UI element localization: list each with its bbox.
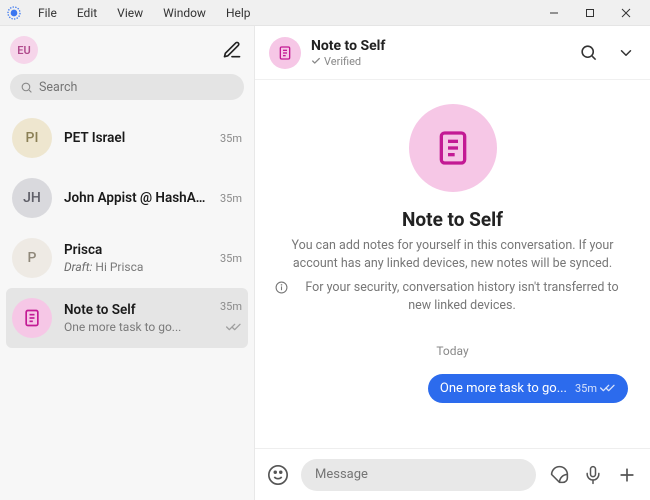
conversation-title: Note to Self [311,38,385,54]
conversation-avatar[interactable] [269,37,301,69]
sticker-icon [549,464,570,485]
check-icon [311,56,321,66]
window-minimize-button[interactable] [536,0,572,26]
search-input[interactable] [10,74,244,100]
menu-help[interactable]: Help [216,3,261,23]
conversation-name: John Appist @ HashAnal... [64,190,208,206]
conversation-list: PI PET Israel 35m JH John Appist @ HashA… [0,108,254,500]
conversation-menu-button[interactable] [616,43,636,63]
app-logo-icon [6,5,22,21]
message-input[interactable] [301,459,536,491]
conversation-pane: Note to Self Verified Note to Self You c… [255,26,650,500]
chevron-down-icon [617,44,635,62]
window-close-button[interactable] [608,0,644,26]
sidebar: EU PI PET Israel 35m [0,26,255,500]
message-time: 35m [575,382,597,395]
microphone-icon [583,465,603,485]
note-icon [433,128,473,168]
emoji-button[interactable] [267,464,289,486]
conversation-name: Note to Self [64,302,208,318]
composer [255,448,650,500]
conversation-item-selected[interactable]: Note to Self One more task to go... 35m [6,288,248,348]
plus-icon [617,465,637,485]
compose-button[interactable] [220,38,244,62]
conversation-item[interactable]: P Prisca Draft: Hi Prisca 35m [0,228,254,288]
conversation-header: Note to Self Verified [255,26,650,80]
conversation-title-block[interactable]: Note to Self Verified [311,38,385,68]
note-to-self-avatar [12,298,52,338]
search-container [0,74,254,108]
verified-label: Verified [311,55,385,68]
menu-bar: File Edit View Window Help [0,0,650,26]
conversation-item[interactable]: PI PET Israel 35m [0,108,254,168]
search-icon [20,81,33,94]
conversation-info-text: You can add notes for yourself in this c… [275,237,630,273]
search-field[interactable] [39,80,234,95]
voice-message-button[interactable] [582,464,604,486]
date-separator: Today [436,344,468,358]
main-area: EU PI PET Israel 35m [0,26,650,500]
smile-icon [267,464,289,486]
conversation-name: PET Israel [64,130,208,146]
self-avatar[interactable]: EU [10,36,38,64]
note-icon [22,308,42,328]
conversation-time: 35m [220,252,242,265]
read-receipt-icon [600,383,616,393]
search-in-conversation-button[interactable] [578,43,598,63]
conversation-item[interactable]: JH John Appist @ HashAnal... 35m [0,168,254,228]
message-row: One more task to go... 35m [275,374,630,403]
read-receipt-icon [226,317,242,336]
sidebar-header: EU [0,26,254,74]
messages: One more task to go... 35m [275,368,630,403]
menu-window[interactable]: Window [153,3,216,23]
app-window: File Edit View Window Help EU [0,0,650,500]
message-field[interactable] [315,467,522,482]
menu-view[interactable]: View [107,3,153,23]
conversation-time: 35m [220,192,242,205]
attach-button[interactable] [616,464,638,486]
note-icon [277,45,293,61]
conversation-time: 35m [220,132,242,145]
avatar: PI [12,118,52,158]
conversation-snippet: Draft: Hi Prisca [64,260,208,274]
avatar: P [12,238,52,278]
info-icon [275,281,288,300]
menu-edit[interactable]: Edit [67,3,107,23]
conversation-hero-avatar [409,104,497,192]
menu-file[interactable]: File [28,3,67,23]
message-text: One more task to go... [440,381,567,396]
conversation-name: Prisca [64,242,208,258]
conversation-snippet: One more task to go... [64,320,208,334]
conversation-hero-title: Note to Self [402,208,503,231]
conversation-time: 35m [220,300,242,313]
avatar: JH [12,178,52,218]
security-notice: For your security, conversation history … [275,279,630,315]
window-maximize-button[interactable] [572,0,608,26]
message-bubble-outgoing[interactable]: One more task to go... 35m [428,374,628,403]
conversation-body: Note to Self You can add notes for yours… [255,80,650,448]
sticker-button[interactable] [548,464,570,486]
